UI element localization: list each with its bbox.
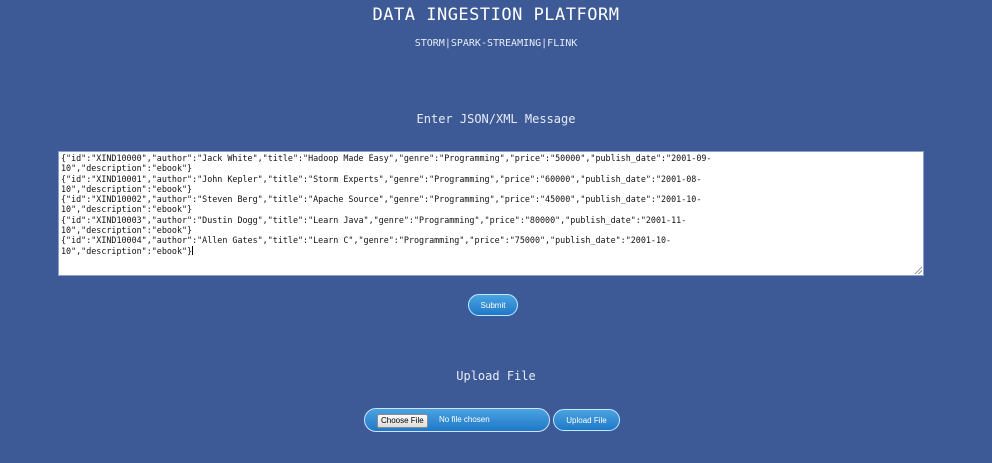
message-line: 10","description":"ebook"}: [61, 225, 193, 236]
message-line: {"id":"XIND10000","author":"Jack White",…: [61, 153, 712, 163]
upload-file-label: Upload File: [456, 369, 536, 383]
file-input[interactable]: Choose File No file chosen: [364, 408, 550, 432]
message-line: {"id":"XIND10004","author":"Allen Gates"…: [61, 235, 672, 246]
message-line: 10","description":"ebook"}: [61, 204, 193, 215]
json-message-label: Enter JSON/XML Message: [416, 112, 576, 126]
resize-grip-icon[interactable]: [915, 267, 922, 274]
text-cursor: [192, 245, 194, 255]
file-status-text: No file chosen: [439, 415, 490, 424]
message-line: {"id":"XIND10002","author":"Steven Berg"…: [61, 194, 702, 205]
message-line: 10","description":"ebook"}: [61, 183, 193, 194]
page-subtitle: STORM|SPARK-STREAMING|FLINK: [414, 38, 578, 49]
choose-file-button[interactable]: Choose File: [377, 414, 428, 428]
submit-button[interactable]: Submit: [468, 294, 518, 316]
message-line: 10","description":"ebook"}: [61, 245, 193, 256]
upload-file-button[interactable]: Upload File: [553, 409, 620, 431]
page-title: DATA INGESTION PLATFORM: [372, 5, 620, 25]
message-line: 10","description":"ebook"}: [61, 163, 193, 174]
json-message-textarea[interactable]: {"id":"XIND10000","author":"Jack White",…: [58, 151, 924, 276]
message-line: {"id":"XIND10001","author":"John Kepler"…: [61, 173, 702, 184]
message-line: {"id":"XIND10003","author":"Dustin Dogg"…: [61, 214, 687, 225]
